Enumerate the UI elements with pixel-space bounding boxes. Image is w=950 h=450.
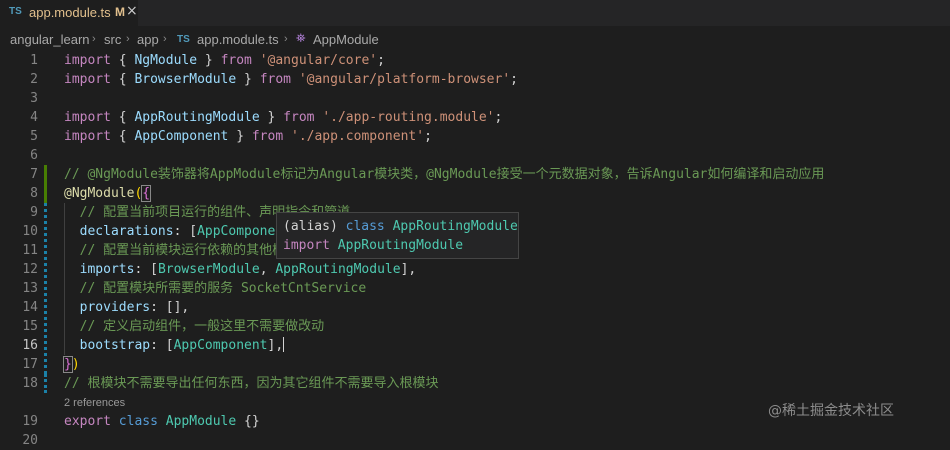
code-line: imports: [BrowserModule, AppRoutingModul… bbox=[79, 262, 417, 277]
line-number: 3 bbox=[30, 91, 38, 106]
line-number: 15 bbox=[22, 319, 38, 334]
code-line: @NgModule({ bbox=[64, 185, 152, 202]
modified-badge: M bbox=[115, 5, 125, 19]
code-line: import { AppRoutingModule } from './app-… bbox=[64, 110, 503, 125]
tab-filename: app.module.ts bbox=[29, 5, 111, 20]
hover-line-1: (alias) class AppRoutingModule bbox=[283, 217, 518, 236]
code-line: import { NgModule } from '@angular/core'… bbox=[64, 53, 385, 68]
line-number: 18 bbox=[22, 376, 38, 391]
git-modified-marker[interactable] bbox=[44, 374, 47, 393]
chevron-right-icon: › bbox=[126, 33, 130, 45]
code-line: }) bbox=[63, 356, 80, 373]
line-number: 7 bbox=[30, 167, 38, 182]
git-added-marker[interactable] bbox=[44, 165, 47, 203]
line-number: 20 bbox=[22, 433, 38, 448]
code-line: import { BrowserModule } from '@angular/… bbox=[64, 72, 518, 87]
code-line: import { AppComponent } from './app.comp… bbox=[64, 129, 432, 144]
line-number: 8 bbox=[30, 186, 38, 201]
line-number: 9 bbox=[30, 205, 38, 220]
watermark: @稀土掘金技术社区 bbox=[768, 403, 894, 419]
line-number-active: 16 bbox=[22, 338, 38, 353]
tab-bar: TS app.module.ts M × bbox=[0, 0, 950, 26]
line-number: 4 bbox=[30, 110, 38, 125]
chevron-right-icon: › bbox=[284, 33, 288, 45]
typescript-file-icon: TS bbox=[9, 6, 22, 17]
codelens-references[interactable]: 2 references bbox=[64, 394, 125, 412]
hover-keyword: class bbox=[345, 219, 385, 234]
close-icon[interactable]: × bbox=[126, 3, 138, 19]
line-number: 12 bbox=[22, 262, 38, 277]
line-number: 14 bbox=[22, 300, 38, 315]
line-number: 1 bbox=[30, 53, 38, 68]
breadcrumb-item-angular-learn[interactable]: angular_learn bbox=[10, 32, 90, 47]
typescript-file-icon: TS bbox=[177, 34, 190, 45]
line-number: 2 bbox=[30, 72, 38, 87]
line-number: 6 bbox=[30, 148, 38, 163]
hover-class-name: AppRoutingModule bbox=[392, 219, 518, 234]
line-number: 19 bbox=[22, 414, 38, 429]
hover-import-name: AppRoutingModule bbox=[337, 238, 464, 253]
hover-line-2: import AppRoutingModule bbox=[283, 236, 463, 255]
breadcrumb-item-file[interactable]: app.module.ts bbox=[197, 32, 279, 47]
class-symbol-icon: ⛯ bbox=[296, 31, 306, 45]
line-number: 5 bbox=[30, 129, 38, 144]
hover-import-keyword: import bbox=[283, 238, 330, 253]
code-comment: // 配置模块所需要的服务 SocketCntService bbox=[64, 281, 367, 296]
tab-app-module[interactable]: TS app.module.ts M × bbox=[0, 0, 138, 26]
line-number: 17 bbox=[22, 357, 38, 372]
code-comment: // @NgModule装饰器将AppModule标记为Angular模块类，@… bbox=[64, 167, 825, 182]
hover-alias: (alias) bbox=[283, 219, 346, 234]
git-modified-marker[interactable] bbox=[44, 203, 47, 374]
text-cursor bbox=[283, 337, 285, 352]
breadcrumb-item-symbol[interactable]: AppModule bbox=[313, 32, 379, 47]
breadcrumb: angular_learn › src › app › TS app.modul… bbox=[0, 30, 950, 50]
line-number: 10 bbox=[22, 224, 38, 239]
code-line: providers: [], bbox=[79, 300, 190, 315]
line-number: 13 bbox=[22, 281, 38, 296]
code-comment: // 配置当前模块运行依赖的其他模块 bbox=[64, 243, 299, 258]
code-comment: // 定义启动组件，一般这里不需要做改动 bbox=[64, 319, 325, 334]
code-line: declarations: [AppComponent], bbox=[79, 224, 307, 239]
code-comment: // 根模块不需要导出任何东西，因为其它组件不需要导入根模块 bbox=[64, 376, 439, 391]
breadcrumb-item-src[interactable]: src bbox=[104, 32, 121, 47]
chevron-right-icon: › bbox=[163, 33, 167, 45]
line-number: 11 bbox=[22, 243, 38, 258]
hover-tooltip: (alias) class AppRoutingModule import Ap… bbox=[276, 212, 519, 259]
breadcrumb-item-app[interactable]: app bbox=[137, 32, 159, 47]
code-line: export class AppModule {} bbox=[64, 414, 260, 429]
chevron-right-icon: › bbox=[92, 33, 96, 45]
code-line-active: bootstrap: [AppComponent], bbox=[79, 337, 285, 353]
